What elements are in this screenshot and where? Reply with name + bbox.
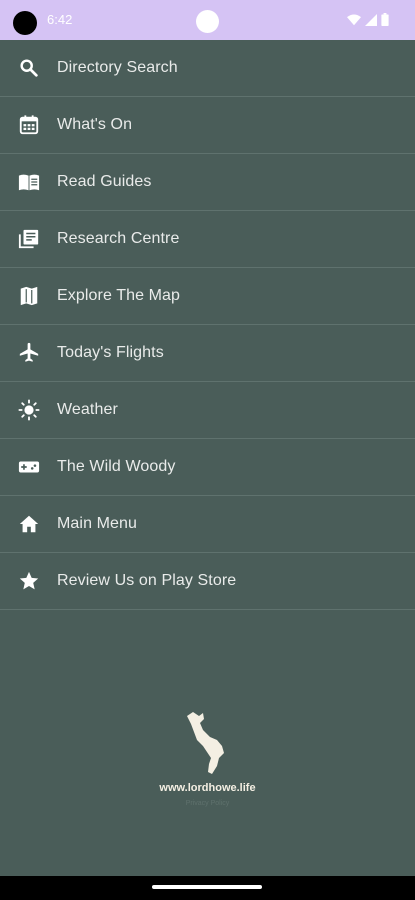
camera-cutout [13, 11, 37, 35]
menu-item-the-wild-woody[interactable]: The Wild Woody [0, 439, 415, 496]
calendar-icon [18, 114, 40, 136]
menu-item-label: Today's Flights [57, 344, 164, 361]
notification-dot [196, 10, 219, 33]
status-bar: 6:42 [0, 0, 415, 40]
map-icon [18, 285, 40, 307]
book-icon [18, 171, 40, 193]
menu-item-label: Weather [57, 401, 118, 418]
lord-howe-island-logo [186, 712, 224, 774]
menu-item-label: Explore The Map [57, 287, 181, 304]
gamepad-icon [18, 456, 40, 478]
newspaper-icon [18, 228, 40, 250]
system-navigation-bar [0, 876, 415, 900]
battery-icon [381, 13, 389, 26]
status-time: 6:42 [47, 12, 73, 27]
menu-item-explore-the-map[interactable]: Explore The Map [0, 268, 415, 325]
menu-item-label: Main Menu [57, 515, 138, 532]
menu-item-weather[interactable]: Weather [0, 382, 415, 439]
status-icons [347, 13, 389, 26]
menu-item-directory-search[interactable]: Directory Search [0, 40, 415, 97]
menu-item-label: What's On [57, 116, 133, 133]
menu-item-label: Read Guides [57, 173, 152, 190]
menu-item-main-menu[interactable]: Main Menu [0, 496, 415, 553]
menu-item-research-centre[interactable]: Research Centre [0, 211, 415, 268]
privacy-policy-link[interactable]: Privacy Policy [0, 800, 415, 807]
website-link[interactable]: www.lordhowe.life [0, 782, 415, 794]
menu-item-todays-flights[interactable]: Today's Flights [0, 325, 415, 382]
search-icon [18, 57, 40, 79]
menu-item-label: Research Centre [57, 230, 180, 247]
menu-item-read-guides[interactable]: Read Guides [0, 154, 415, 211]
home-gesture-handle[interactable] [152, 885, 262, 889]
wifi-icon [347, 13, 361, 25]
airplane-icon [18, 342, 40, 364]
navigation-drawer: Directory Search What's On Read Guides R… [0, 40, 415, 610]
menu-item-review-us[interactable]: Review Us on Play Store [0, 553, 415, 610]
cellular-signal-icon [365, 13, 377, 26]
footer-logo-area: www.lordhowe.life Privacy Policy [0, 710, 415, 807]
star-icon [18, 570, 40, 592]
menu-item-whats-on[interactable]: What's On [0, 97, 415, 154]
home-icon [18, 513, 40, 535]
menu-item-label: The Wild Woody [57, 458, 176, 475]
menu-item-label: Review Us on Play Store [57, 572, 237, 589]
menu-item-label: Directory Search [57, 59, 178, 76]
sun-icon [18, 399, 40, 421]
